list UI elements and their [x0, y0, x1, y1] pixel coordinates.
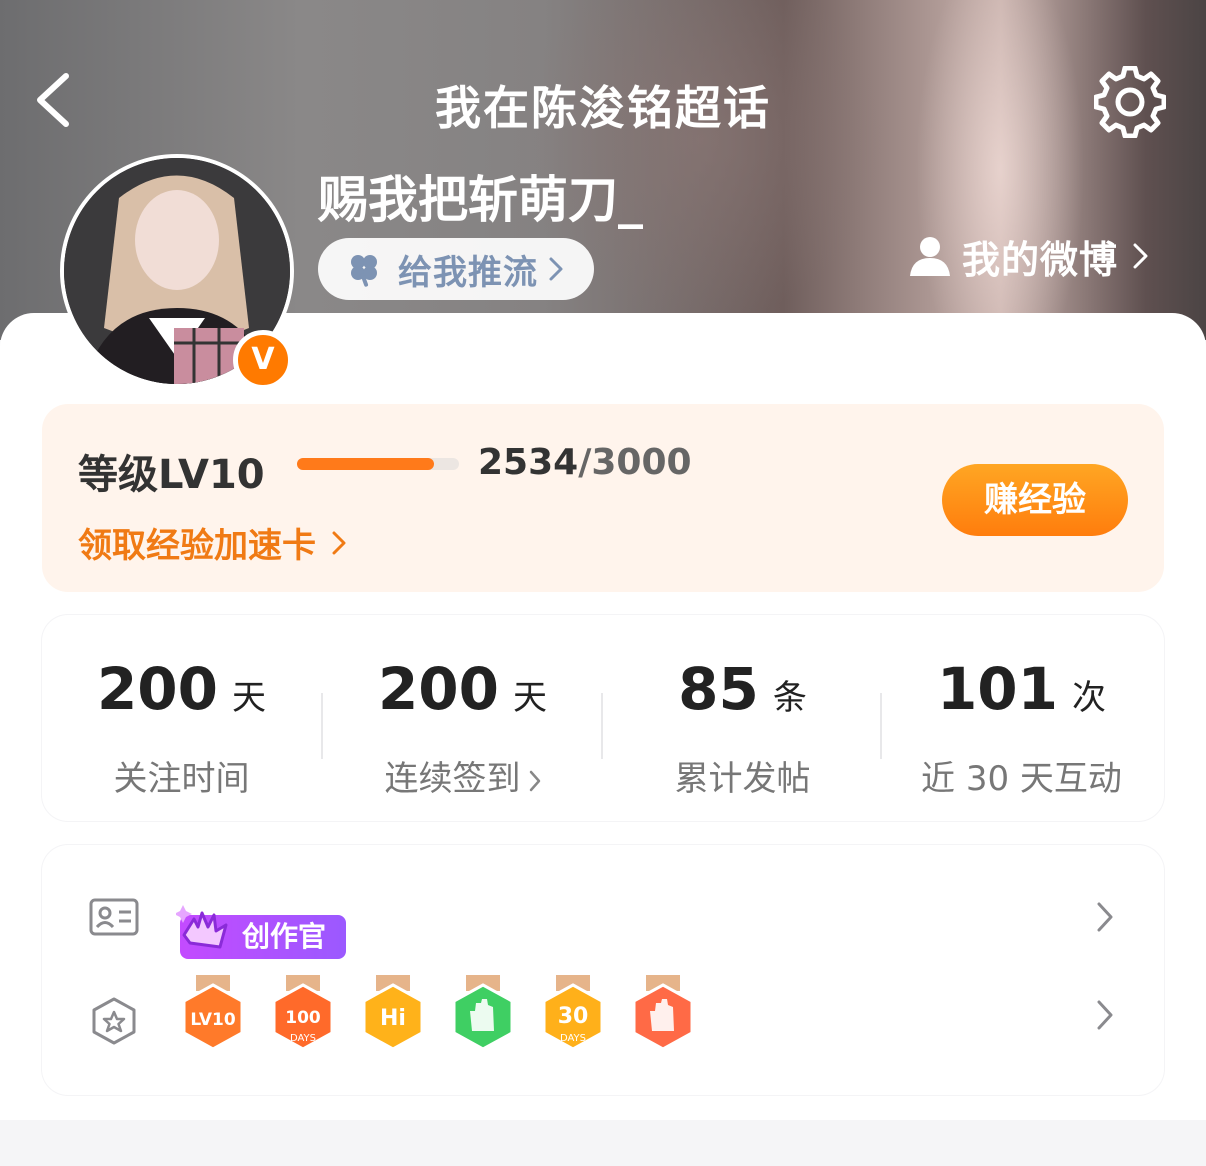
id-card-icon	[89, 898, 139, 936]
medal-text: 100	[285, 1008, 321, 1028]
medal-text: LV10	[190, 1010, 235, 1030]
footer-spacer	[0, 1120, 1206, 1166]
stats-card: 200 天 关注时间 200 天 连续签到 85 条 累计发帖 101 次 近 30 天…	[42, 615, 1164, 821]
my-weibo-link[interactable]: 我的微博	[908, 228, 1150, 284]
clover-icon	[351, 255, 377, 287]
stat-label: 连续签到	[384, 759, 521, 799]
stat-label: 累计发帖	[674, 759, 811, 799]
badge-card: 创作官 LV10 100 DAYS Hi 30 DAYS	[42, 845, 1164, 1095]
stat-value: 200	[377, 655, 500, 723]
total-exp: /3000	[578, 442, 692, 483]
identity-row[interactable]: 创作官	[42, 865, 1164, 961]
gear-icon	[1093, 65, 1167, 139]
rock-hand-medal[interactable]	[628, 975, 698, 1057]
stat-follow-time: 200 天 关注时间	[42, 615, 321, 821]
medal-text: Hi	[380, 1006, 406, 1031]
medal-text: 30	[558, 1004, 589, 1029]
level-value: LV10	[158, 452, 265, 498]
stat-unit: 天	[513, 678, 548, 718]
my-weibo-label: 我的微博	[962, 237, 1119, 282]
30-days-medal[interactable]: 30 DAYS	[538, 975, 608, 1057]
hand-medal[interactable]	[448, 975, 518, 1057]
hi-medal[interactable]: Hi	[358, 975, 428, 1057]
medal-subtext: DAYS	[560, 1033, 586, 1044]
username: 赐我把斩萌刀_	[318, 171, 643, 229]
lv10-medal[interactable]: LV10	[178, 975, 248, 1057]
earn-exp-button[interactable]: 赚经验	[942, 464, 1128, 536]
level-label: 等级LV10	[78, 442, 265, 500]
chevron-right-icon	[1097, 902, 1113, 932]
push-recommend-label: 给我推流	[398, 252, 538, 293]
exp-boost-label: 领取经验加速卡	[78, 526, 316, 566]
level-progress-fill	[297, 458, 434, 470]
chevron-left-icon	[37, 73, 69, 127]
chevron-right-icon	[529, 770, 540, 791]
stat-total-posts: 85 条 累计发帖	[603, 615, 882, 821]
stat-unit: 条	[772, 678, 807, 718]
exp-text: 2534/3000	[478, 442, 692, 483]
back-button[interactable]	[30, 70, 80, 130]
verified-badge: V	[233, 330, 293, 390]
chevron-right-icon	[1133, 243, 1148, 269]
stat-label: 关注时间	[113, 759, 250, 799]
stat-label: 近 30 天互动	[921, 759, 1122, 799]
level-prefix: 等级	[78, 452, 158, 498]
stat-value: 101	[936, 655, 1059, 723]
current-exp: 2534	[478, 442, 579, 483]
stat-value: 200	[96, 655, 219, 723]
exp-boost-card-link[interactable]: 领取经验加速卡	[78, 518, 346, 567]
settings-button[interactable]	[1093, 65, 1167, 139]
stat-interactions-30d: 101 次 近 30 天互动	[882, 615, 1161, 821]
chevron-right-icon	[549, 257, 563, 281]
chevron-right-icon	[332, 531, 346, 554]
push-recommend-button[interactable]: 给我推流	[318, 238, 594, 300]
level-progress-bar	[297, 458, 459, 470]
stat-checkin-streak[interactable]: 200 天 连续签到	[323, 615, 602, 821]
person-icon	[910, 237, 950, 276]
stat-unit: 天	[232, 678, 267, 718]
page-title: 我在陈浚铭超话	[435, 81, 771, 135]
stat-value: 85	[678, 655, 759, 723]
chevron-right-icon	[1097, 1000, 1113, 1030]
100-days-medal[interactable]: 100 DAYS	[268, 975, 338, 1057]
medal-outline-icon	[92, 997, 136, 1045]
stat-unit: 次	[1072, 678, 1107, 718]
level-card: 等级LV10 2534/3000 领取经验加速卡 赚经验	[42, 404, 1164, 592]
medal-subtext: DAYS	[290, 1033, 316, 1044]
creator-hand-icon	[176, 905, 228, 949]
